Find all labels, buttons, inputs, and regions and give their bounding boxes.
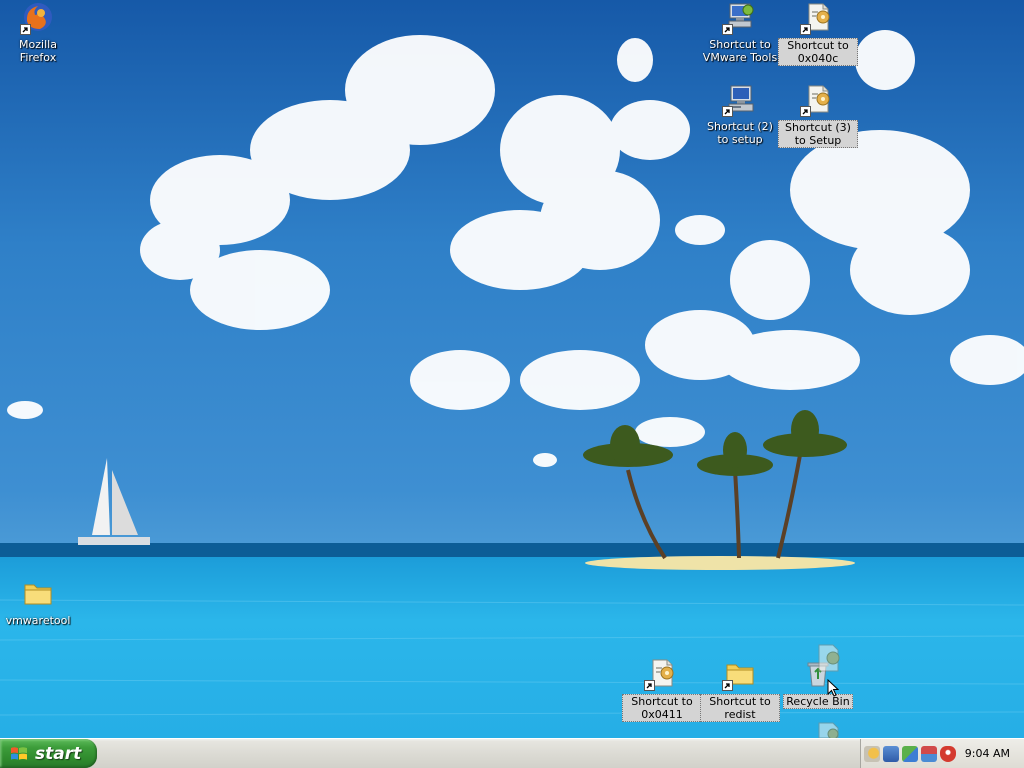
icon-label: Shortcut to 0x0411 xyxy=(622,694,702,722)
taskbar: start 9:04 AM xyxy=(0,738,1024,768)
desktop-icon-0x0411[interactable]: Shortcut to 0x0411 xyxy=(622,657,702,722)
icon-label: Mozilla Firefox xyxy=(19,38,57,64)
desktop-icon-redist[interactable]: Shortcut to redist xyxy=(700,657,780,722)
setup-file-icon xyxy=(644,657,678,691)
icon-label: Shortcut to 0x040c xyxy=(778,38,858,66)
icon-label: Shortcut to VMware Tools xyxy=(702,38,778,64)
shortcut-arrow-icon xyxy=(722,24,733,35)
desktop-icon-setup3[interactable]: Shortcut (3) to Setup xyxy=(778,83,858,148)
icon-label: Shortcut (3) to Setup xyxy=(778,120,858,148)
update-tray-icon[interactable] xyxy=(902,745,918,762)
setup-file-icon xyxy=(800,1,834,35)
security-shield-icon[interactable] xyxy=(940,745,956,762)
start-label: start xyxy=(35,743,82,764)
shortcut-arrow-icon xyxy=(644,680,655,691)
shortcut-arrow-icon xyxy=(722,106,733,117)
desktop-icon-recycle-bin[interactable]: Recycle Bin xyxy=(778,657,858,709)
icon-label: Recycle Bin xyxy=(783,694,853,709)
beach-wallpaper xyxy=(0,0,1024,738)
setup-file-icon xyxy=(800,83,834,117)
desktop-icon-vmwaretool[interactable]: vmwaretool xyxy=(0,577,78,628)
desktop[interactable]: Mozilla Firefox Shortcut to VMware Tools xyxy=(0,0,1024,768)
computer-setup-icon xyxy=(722,83,756,117)
shortcut-arrow-icon xyxy=(20,24,31,35)
start-button[interactable]: start xyxy=(0,739,97,768)
folder-icon xyxy=(22,577,54,609)
shortcut-arrow-icon xyxy=(722,680,733,691)
desktop-icon-vmware-tools[interactable]: Shortcut to VMware Tools xyxy=(700,1,780,65)
desktop-icon-0x040c[interactable]: Shortcut to 0x040c xyxy=(778,1,858,66)
taskbar-buttons-area[interactable] xyxy=(104,742,856,764)
clock[interactable]: 9:04 AM xyxy=(965,747,1010,760)
windows-logo-icon xyxy=(11,746,27,760)
icon-label: Shortcut (2) to setup xyxy=(707,120,773,146)
shortcut-arrow-icon xyxy=(800,106,811,117)
icon-label: Shortcut to redist xyxy=(700,694,780,722)
system-tray: 9:04 AM xyxy=(860,739,1024,768)
desktop-icon-setup2[interactable]: Shortcut (2) to setup xyxy=(700,83,780,147)
setup-tray-icon[interactable] xyxy=(864,745,880,762)
vmware-tools-icon xyxy=(722,1,756,35)
shortcut-arrow-icon xyxy=(800,24,811,35)
network-tray-icon[interactable] xyxy=(883,745,899,762)
desktop-icon-firefox[interactable]: Mozilla Firefox xyxy=(0,1,78,65)
folder-icon xyxy=(722,657,756,691)
mouse-cursor-icon xyxy=(827,679,839,697)
icon-label: vmwaretool xyxy=(5,614,71,627)
vmware-tray-icon[interactable] xyxy=(921,745,937,762)
firefox-icon xyxy=(20,1,54,35)
